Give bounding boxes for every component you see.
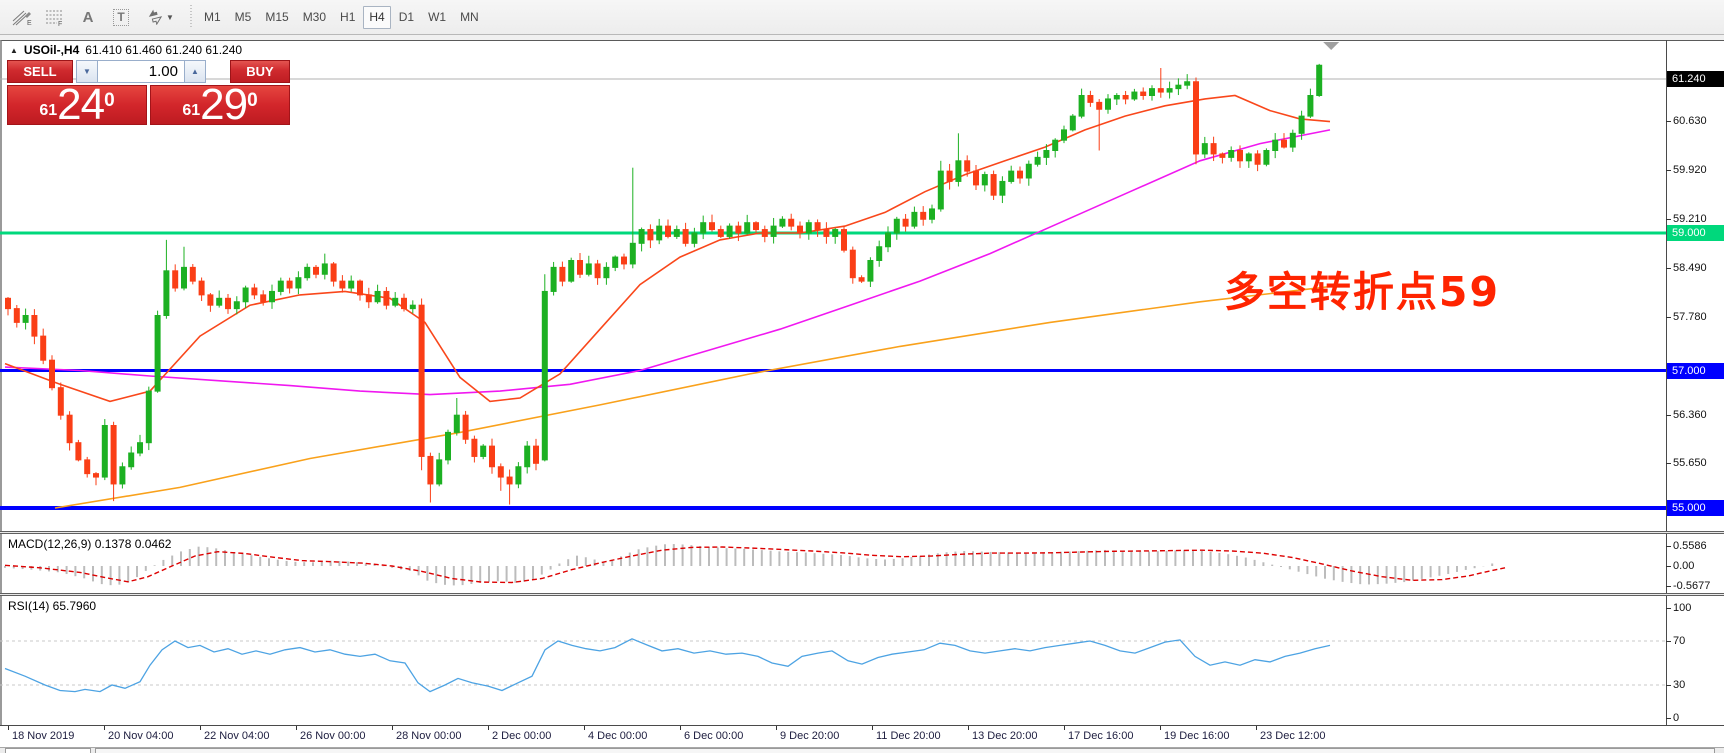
toolbar-grip[interactable] [188,5,193,29]
macd-tick-label: 0.00 [1673,559,1694,573]
time-tick-label: 20 Nov 04:00 [108,730,173,742]
time-tick-label: 22 Nov 04:00 [204,730,269,742]
macd-tick-label: 0.5586 [1673,539,1707,553]
chart-text-annotation: 多空转折点59 [1224,258,1500,318]
rsi-panel-canvas[interactable] [0,596,1666,725]
price-tick-label: 55.650 [1673,456,1707,470]
time-tick-label: 23 Dec 12:00 [1260,730,1325,742]
one-click-trading-panel: SELL ▼ ▲ BUY 61 24 0 61 29 0 [7,60,291,125]
buy-price-superscript: 0 [247,91,258,110]
buy-price-prefix: 61 [182,103,200,119]
text-label-icon[interactable]: A [72,4,104,31]
level-price-badge: 55.000 [1667,500,1724,516]
chart-title-bar: ▲ USOil-,H4 61.410 61.460 61.240 61.240 [10,43,242,57]
rsi-tick-label: 0 [1673,711,1679,725]
toolbar: E F A T ▼ M1M5M15M30H1H4D1W [0,0,1724,35]
mt4-window: E F A T ▼ M1M5M15M30H1H4D1W [0,0,1724,753]
svg-text:E: E [27,20,32,26]
timeframe-button-h4[interactable]: H4 [363,6,390,29]
time-tick-label: 18 Nov 2019 [12,730,74,742]
chevron-down-icon: ▼ [166,13,174,22]
price-tick-label: 58.490 [1673,261,1707,275]
price-tick-label: 57.780 [1673,310,1707,324]
timeframe-button-m1[interactable]: M1 [198,6,227,29]
macd-panel-canvas[interactable] [0,534,1666,593]
timeframe-button-d1[interactable]: D1 [393,6,420,29]
sell-price-superscript: 0 [104,91,115,110]
price-tick-label: 56.360 [1673,408,1707,422]
equidistant-channel-icon[interactable]: E [6,4,38,31]
ohlc-values: 61.410 61.460 61.240 61.240 [85,43,242,57]
volume-input[interactable] [98,60,184,83]
plot-right-border [1666,40,1667,725]
chart-tab-area[interactable] [95,748,1715,753]
timeframe-button-w1[interactable]: W1 [422,6,452,29]
sell-price-prefix: 61 [39,103,57,119]
buy-price-tile[interactable]: 61 29 0 [150,85,290,125]
svg-text:F: F [58,21,62,26]
sell-price-tile[interactable]: 61 24 0 [7,85,147,125]
time-tick-label: 2 Dec 00:00 [492,730,551,742]
timeframe-button-h1[interactable]: H1 [334,6,361,29]
timeframe-button-m15[interactable]: M15 [259,6,294,29]
rsi-tick-label: 100 [1673,601,1691,615]
time-tick-label: 17 Dec 16:00 [1068,730,1133,742]
time-tick-label: 9 Dec 20:00 [780,730,839,742]
timeframe-toolbar: M1M5M15M30H1H4D1W1MN [198,6,487,29]
fibonacci-retracement-icon[interactable]: F [39,4,71,31]
rsi-tick-label: 30 [1673,678,1685,692]
price-tick-label: 59.210 [1673,212,1707,226]
rsi-tick-label: 70 [1673,634,1685,648]
timeframe-button-m5[interactable]: M5 [229,6,258,29]
sell-price-big: 24 [57,87,104,123]
time-tick-label: 11 Dec 20:00 [876,730,941,742]
time-tick-label: 6 Dec 00:00 [684,730,743,742]
current-price-badge: 61.240 [1667,71,1724,87]
arrow-objects-icon[interactable]: ▼ [138,4,182,31]
symbol-title: USOil-,H4 [24,43,79,57]
time-tick-label: 26 Nov 00:00 [300,730,365,742]
collapse-triangle-icon[interactable]: ▲ [10,46,18,55]
level-price-badge: 57.000 [1667,363,1724,379]
chart-tab[interactable] [5,748,91,753]
rsi-label: RSI(14) 65.7960 [8,599,96,613]
price-tick-label: 60.630 [1673,114,1707,128]
buy-price-big: 29 [200,87,247,123]
time-tick-label: 28 Nov 00:00 [396,730,461,742]
macd-label: MACD(12,26,9) 0.1378 0.0462 [8,537,171,551]
price-tick-label: 59.920 [1673,163,1707,177]
time-tick-label: 19 Dec 16:00 [1164,730,1229,742]
time-tick-label: 13 Dec 20:00 [972,730,1037,742]
time-tick-label: 4 Dec 00:00 [588,730,647,742]
level-price-badge: 59.000 [1667,225,1724,241]
timeframe-button-m30[interactable]: M30 [297,6,332,29]
text-box-icon[interactable]: T [105,4,137,31]
timeframe-button-mn[interactable]: MN [454,6,485,29]
macd-tick-label: -0.5677 [1673,579,1710,593]
